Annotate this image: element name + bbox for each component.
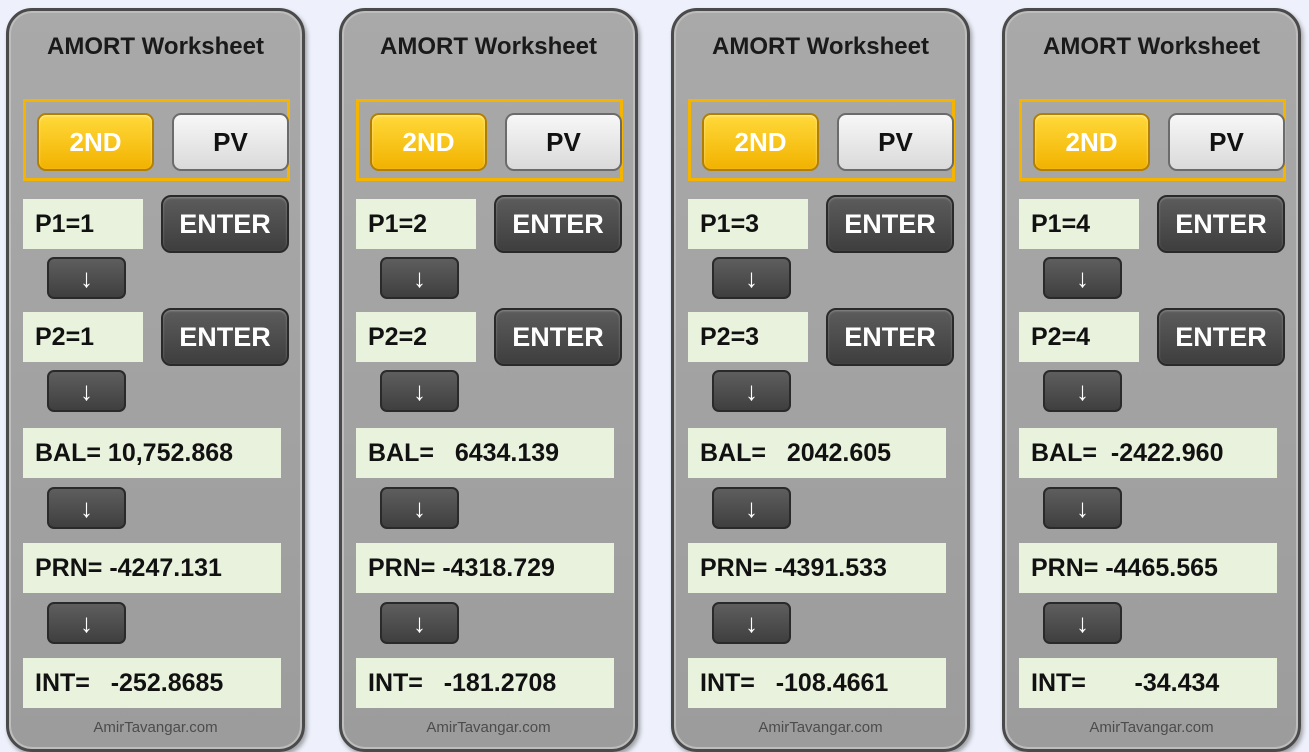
key-sequence-box: 2ND PV: [688, 99, 955, 181]
down-arrow-button[interactable]: ↓: [712, 487, 791, 529]
panel-title: AMORT Worksheet: [380, 33, 597, 60]
down-arrow-button[interactable]: ↓: [47, 370, 126, 412]
p2-field: P2=3: [688, 312, 808, 362]
down-arrow-button[interactable]: ↓: [380, 602, 459, 644]
bal-field: BAL= 2042.605: [688, 428, 946, 478]
enter-button-p1[interactable]: ENTER: [826, 195, 954, 253]
footer-credit: AmirTavangar.com: [758, 719, 883, 736]
footer-credit: AmirTavangar.com: [1089, 719, 1214, 736]
pv-button[interactable]: PV: [1168, 113, 1285, 171]
amort-panel-4: AMORT Worksheet 2ND PV P1=4 ENTER ↓ P2=4…: [1002, 8, 1301, 752]
p1-field: P1=2: [356, 199, 476, 249]
down-arrow-button[interactable]: ↓: [47, 487, 126, 529]
p2-field: P2=2: [356, 312, 476, 362]
prn-field: PRN= -4465.565: [1019, 543, 1277, 593]
p1-field: P1=3: [688, 199, 808, 249]
down-arrow-button[interactable]: ↓: [47, 257, 126, 299]
2nd-button[interactable]: 2ND: [1033, 113, 1150, 171]
enter-button-p1[interactable]: ENTER: [161, 195, 289, 253]
enter-button-p2[interactable]: ENTER: [494, 308, 622, 366]
panel-title: AMORT Worksheet: [712, 33, 929, 60]
int-field: INT= -252.8685: [23, 658, 281, 708]
2nd-button[interactable]: 2ND: [37, 113, 154, 171]
amort-panel-2: AMORT Worksheet 2ND PV P1=2 ENTER ↓ P2=2…: [339, 8, 638, 752]
pv-button[interactable]: PV: [172, 113, 289, 171]
2nd-button[interactable]: 2ND: [370, 113, 487, 171]
prn-field: PRN= -4247.131: [23, 543, 281, 593]
down-arrow-button[interactable]: ↓: [712, 602, 791, 644]
enter-button-p1[interactable]: ENTER: [494, 195, 622, 253]
down-arrow-button[interactable]: ↓: [380, 487, 459, 529]
down-arrow-button[interactable]: ↓: [1043, 257, 1122, 299]
bal-field: BAL= -2422.960: [1019, 428, 1277, 478]
down-arrow-button[interactable]: ↓: [712, 257, 791, 299]
footer-credit: AmirTavangar.com: [93, 719, 218, 736]
bal-field: BAL= 6434.139: [356, 428, 614, 478]
prn-field: PRN= -4318.729: [356, 543, 614, 593]
down-arrow-button[interactable]: ↓: [1043, 487, 1122, 529]
panel-title: AMORT Worksheet: [1043, 33, 1260, 60]
enter-button-p1[interactable]: ENTER: [1157, 195, 1285, 253]
pv-button[interactable]: PV: [505, 113, 622, 171]
int-field: INT= -108.4661: [688, 658, 946, 708]
key-sequence-box: 2ND PV: [1019, 99, 1286, 181]
down-arrow-button[interactable]: ↓: [1043, 370, 1122, 412]
p1-field: P1=4: [1019, 199, 1139, 249]
amort-panel-3: AMORT Worksheet 2ND PV P1=3 ENTER ↓ P2=3…: [671, 8, 970, 752]
int-field: INT= -34.434: [1019, 658, 1277, 708]
key-sequence-box: 2ND PV: [356, 99, 623, 181]
down-arrow-button[interactable]: ↓: [712, 370, 791, 412]
p2-field: P2=4: [1019, 312, 1139, 362]
bal-field: BAL= 10,752.868: [23, 428, 281, 478]
amort-panel-1: AMORT Worksheet 2ND PV P1=1 ENTER ↓ P2=1…: [6, 8, 305, 752]
panel-title: AMORT Worksheet: [47, 33, 264, 60]
int-field: INT= -181.2708: [356, 658, 614, 708]
key-sequence-box: 2ND PV: [23, 99, 290, 181]
enter-button-p2[interactable]: ENTER: [1157, 308, 1285, 366]
footer-credit: AmirTavangar.com: [426, 719, 551, 736]
enter-button-p2[interactable]: ENTER: [161, 308, 289, 366]
down-arrow-button[interactable]: ↓: [47, 602, 126, 644]
down-arrow-button[interactable]: ↓: [380, 257, 459, 299]
down-arrow-button[interactable]: ↓: [380, 370, 459, 412]
p2-field: P2=1: [23, 312, 143, 362]
2nd-button[interactable]: 2ND: [702, 113, 819, 171]
pv-button[interactable]: PV: [837, 113, 954, 171]
p1-field: P1=1: [23, 199, 143, 249]
prn-field: PRN= -4391.533: [688, 543, 946, 593]
down-arrow-button[interactable]: ↓: [1043, 602, 1122, 644]
enter-button-p2[interactable]: ENTER: [826, 308, 954, 366]
